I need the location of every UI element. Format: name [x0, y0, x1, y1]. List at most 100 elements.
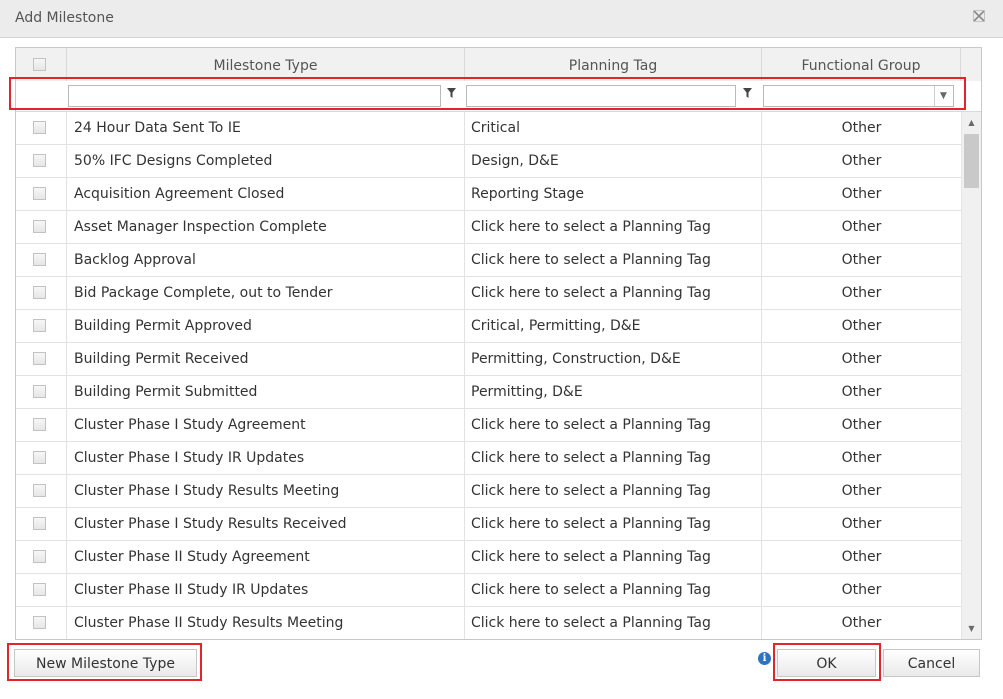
close-icon-glyph — [973, 10, 985, 22]
ok-button[interactable]: OK — [777, 649, 876, 677]
row-select-cell — [16, 211, 67, 244]
functional-group-cell: Other — [841, 549, 882, 565]
planning-tag-cell[interactable]: Click here to select a Planning Tag — [465, 442, 762, 475]
info-icon[interactable]: i — [758, 652, 771, 665]
row-checkbox[interactable] — [33, 451, 46, 464]
planning-tag-cell[interactable]: Permitting, Construction, D&E — [465, 343, 762, 376]
row-select-cell — [16, 409, 67, 442]
planning-tag-cell[interactable]: Critical — [465, 112, 762, 145]
row-checkbox[interactable] — [33, 220, 46, 233]
row-select-cell — [16, 376, 67, 409]
planning-tag-cell[interactable]: Critical, Permitting, D&E — [465, 310, 762, 343]
row-checkbox[interactable] — [33, 484, 46, 497]
row-select-cell — [16, 277, 67, 310]
row-select-cell — [16, 442, 67, 475]
planning-tag-cell[interactable]: Design, D&E — [465, 145, 762, 178]
table-row[interactable]: Cluster Phase I Study IR Updates Click he… — [16, 442, 961, 475]
planning-tag-cell[interactable]: Reporting Stage — [465, 178, 762, 211]
functional-group-cell: Other — [841, 450, 882, 466]
functional-group-cell: Other — [841, 582, 882, 598]
select-all-checkbox[interactable] — [33, 58, 46, 71]
row-checkbox[interactable] — [33, 121, 46, 134]
planning-tag-cell[interactable]: Click here to select a Planning Tag — [465, 277, 762, 310]
planning-tag-cell[interactable]: Click here to select a Planning Tag — [465, 244, 762, 277]
milestone-type-cell: 50% IFC Designs Completed — [67, 145, 465, 178]
planning-tag-cell[interactable]: Click here to select a Planning Tag — [465, 574, 762, 607]
functional-group-cell: Other — [841, 120, 882, 136]
row-checkbox[interactable] — [33, 418, 46, 431]
row-checkbox[interactable] — [33, 616, 46, 629]
functional-group-cell: Other — [841, 153, 882, 169]
dialog-titlebar: Add Milestone — [0, 0, 1003, 38]
planning-tag-cell[interactable]: Click here to select a Planning Tag — [465, 607, 762, 639]
table-row[interactable]: Cluster Phase I Study Agreement Click her… — [16, 409, 961, 442]
scroll-down-icon[interactable]: ▼ — [962, 622, 981, 636]
table-row[interactable]: Bid Package Complete, out to Tender Click… — [16, 277, 961, 310]
planning-tag-filter-input[interactable] — [466, 85, 736, 107]
row-select-cell — [16, 475, 67, 508]
dialog-title: Add Milestone — [15, 10, 114, 26]
table-row[interactable]: Cluster Phase I Study Results Received Cl… — [16, 508, 961, 541]
row-select-cell — [16, 112, 67, 145]
row-checkbox[interactable] — [33, 550, 46, 563]
planning-tag-cell[interactable]: Permitting, D&E — [465, 376, 762, 409]
functional-group-cell: Other — [841, 186, 882, 202]
cancel-button[interactable]: Cancel — [883, 649, 980, 677]
new-milestone-type-button[interactable]: New Milestone Type — [14, 649, 197, 677]
grid-header: Milestone Type Planning Tag Functional G… — [16, 48, 981, 82]
filter-row: ▼ — [16, 81, 981, 112]
planning-tag-cell[interactable]: Click here to select a Planning Tag — [465, 409, 762, 442]
chevron-down-icon[interactable]: ▼ — [934, 86, 952, 106]
row-select-cell — [16, 310, 67, 343]
row-checkbox[interactable] — [33, 517, 46, 530]
grid-body: 24 Hour Data Sent To IE Critical Other 50% … — [16, 112, 961, 639]
row-select-cell — [16, 178, 67, 211]
table-row[interactable]: Asset Manager Inspection Complete Click h… — [16, 211, 961, 244]
header-planning-tag[interactable]: Planning Tag — [465, 48, 762, 81]
planning-tag-cell[interactable]: Click here to select a Planning Tag — [465, 475, 762, 508]
milestone-type-filter-icon[interactable] — [445, 88, 457, 102]
scrollbar-thumb[interactable] — [964, 134, 979, 188]
row-checkbox[interactable] — [33, 253, 46, 266]
table-row[interactable]: Cluster Phase II Study Agreement Click he… — [16, 541, 961, 574]
vertical-scrollbar[interactable]: ▲ ▼ — [961, 112, 981, 639]
scroll-up-icon[interactable]: ▲ — [962, 116, 981, 130]
table-row[interactable]: Building Permit Approved Critical, Permit… — [16, 310, 961, 343]
table-row[interactable]: Cluster Phase II Study IR Updates Click h… — [16, 574, 961, 607]
milestone-type-filter-input[interactable] — [68, 85, 441, 107]
row-checkbox[interactable] — [33, 286, 46, 299]
table-row[interactable]: Building Permit Submitted Permitting, D&E… — [16, 376, 961, 409]
milestone-type-cell: Building Permit Submitted — [67, 376, 465, 409]
row-checkbox[interactable] — [33, 154, 46, 167]
row-checkbox[interactable] — [33, 352, 46, 365]
row-checkbox[interactable] — [33, 385, 46, 398]
table-row[interactable]: Backlog Approval Click here to select a P… — [16, 244, 961, 277]
close-icon[interactable] — [971, 10, 987, 26]
table-row[interactable]: 24 Hour Data Sent To IE Critical Other — [16, 112, 961, 145]
row-select-cell — [16, 145, 67, 178]
planning-tag-filter-icon[interactable] — [741, 88, 753, 102]
header-functional-group[interactable]: Functional Group — [762, 48, 961, 81]
table-row[interactable]: Cluster Phase I Study Results Meeting Cli… — [16, 475, 961, 508]
functional-group-cell: Other — [841, 219, 882, 235]
row-checkbox[interactable] — [33, 583, 46, 596]
milestone-type-cell: Cluster Phase II Study Results Meeting — [67, 607, 465, 639]
planning-tag-cell[interactable]: Click here to select a Planning Tag — [465, 508, 762, 541]
milestone-type-cell: Building Permit Approved — [67, 310, 465, 343]
row-checkbox[interactable] — [33, 319, 46, 332]
table-row[interactable]: Building Permit Received Permitting, Cons… — [16, 343, 961, 376]
planning-tag-cell[interactable]: Click here to select a Planning Tag — [465, 541, 762, 574]
table-row[interactable]: 50% IFC Designs Completed Design, D&E Othe… — [16, 145, 961, 178]
row-checkbox[interactable] — [33, 187, 46, 200]
header-milestone-type[interactable]: Milestone Type — [67, 48, 465, 81]
row-select-cell — [16, 541, 67, 574]
milestone-grid: Milestone Type Planning Tag Functional G… — [15, 47, 982, 640]
milestone-type-cell: Backlog Approval — [67, 244, 465, 277]
functional-group-filter-select[interactable] — [763, 85, 954, 107]
milestone-type-cell: Asset Manager Inspection Complete — [67, 211, 465, 244]
funnel-icon — [446, 88, 456, 98]
table-row[interactable]: Cluster Phase II Study Results Meeting Cl… — [16, 607, 961, 639]
table-row[interactable]: Acquisition Agreement Closed Reporting St… — [16, 178, 961, 211]
planning-tag-cell[interactable]: Click here to select a Planning Tag — [465, 211, 762, 244]
milestone-type-cell: Cluster Phase II Study IR Updates — [67, 574, 465, 607]
